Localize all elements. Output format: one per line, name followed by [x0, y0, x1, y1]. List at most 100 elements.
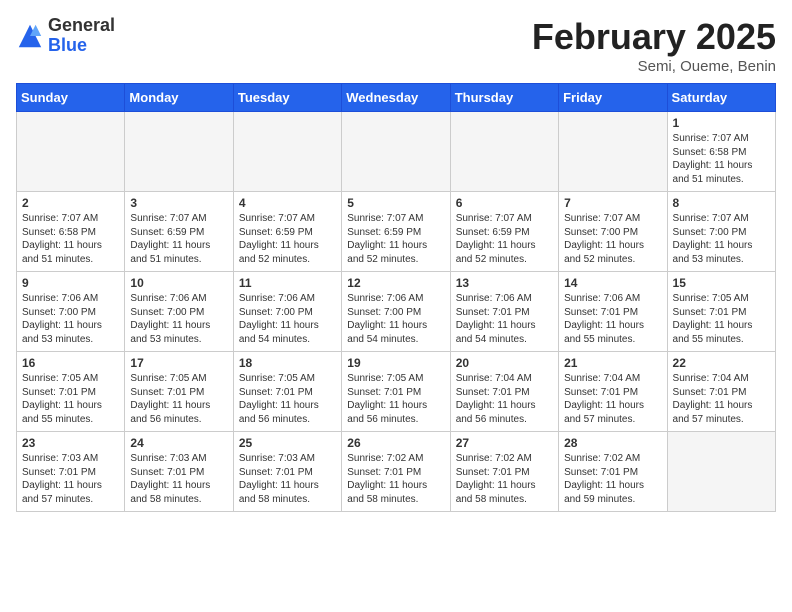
- day-number: 11: [239, 276, 336, 290]
- day-header-sunday: Sunday: [17, 84, 125, 112]
- logo-blue: Blue: [48, 36, 115, 56]
- page-header: General Blue February 2025 Semi, Oueme, …: [16, 16, 776, 75]
- day-info: Sunrise: 7:06 AM Sunset: 7:00 PM Dayligh…: [239, 292, 336, 346]
- day-info: Sunrise: 7:07 AM Sunset: 6:59 PM Dayligh…: [456, 212, 553, 266]
- day-info: Sunrise: 7:03 AM Sunset: 7:01 PM Dayligh…: [22, 452, 119, 506]
- day-header-thursday: Thursday: [450, 84, 558, 112]
- calendar-cell: 22 Sunrise: 7:04 AM Sunset: 7:01 PM Dayli…: [667, 352, 775, 432]
- calendar-cell: [667, 432, 775, 512]
- day-info: Sunrise: 7:04 AM Sunset: 7:01 PM Dayligh…: [673, 372, 770, 426]
- logo-icon: [16, 22, 44, 50]
- day-number: 15: [673, 276, 770, 290]
- calendar-cell: 10 Sunrise: 7:06 AM Sunset: 7:00 PM Dayli…: [125, 272, 233, 352]
- day-number: 4: [239, 196, 336, 210]
- day-number: 5: [347, 196, 444, 210]
- day-info: Sunrise: 7:06 AM Sunset: 7:00 PM Dayligh…: [130, 292, 227, 346]
- day-info: Sunrise: 7:06 AM Sunset: 7:01 PM Dayligh…: [456, 292, 553, 346]
- calendar-cell: 27 Sunrise: 7:02 AM Sunset: 7:01 PM Dayli…: [450, 432, 558, 512]
- day-info: Sunrise: 7:03 AM Sunset: 7:01 PM Dayligh…: [130, 452, 227, 506]
- logo-text: General Blue: [48, 16, 115, 56]
- day-info: Sunrise: 7:06 AM Sunset: 7:00 PM Dayligh…: [22, 292, 119, 346]
- calendar-cell: 5Sunrise: 7:07 AM Sunset: 6:59 PM Daylig…: [342, 192, 450, 272]
- day-info: Sunrise: 7:02 AM Sunset: 7:01 PM Dayligh…: [456, 452, 553, 506]
- day-number: 22: [673, 356, 770, 370]
- calendar-cell: 2 Sunrise: 7:07 AM Sunset: 6:58 PM Daylig…: [17, 192, 125, 272]
- day-header-wednesday: Wednesday: [342, 84, 450, 112]
- day-info: Sunrise: 7:07 AM Sunset: 7:00 PM Dayligh…: [564, 212, 661, 266]
- calendar-cell: [233, 112, 341, 192]
- day-info: Sunrise: 7:03 AM Sunset: 7:01 PM Dayligh…: [239, 452, 336, 506]
- calendar-week-0: 1 Sunrise: 7:07 AM Sunset: 6:58 PM Daylig…: [17, 112, 776, 192]
- day-info: Sunrise: 7:07 AM Sunset: 6:58 PM Dayligh…: [22, 212, 119, 266]
- calendar-cell: 1 Sunrise: 7:07 AM Sunset: 6:58 PM Daylig…: [667, 112, 775, 192]
- location-subtitle: Semi, Oueme, Benin: [532, 58, 776, 75]
- day-number: 23: [22, 436, 119, 450]
- calendar-week-4: 23 Sunrise: 7:03 AM Sunset: 7:01 PM Dayli…: [17, 432, 776, 512]
- day-number: 6: [456, 196, 553, 210]
- day-number: 26: [347, 436, 444, 450]
- day-number: 7: [564, 196, 661, 210]
- day-info: Sunrise: 7:07 AM Sunset: 6:58 PM Dayligh…: [673, 132, 770, 186]
- day-number: 17: [130, 356, 227, 370]
- day-info: Sunrise: 7:05 AM Sunset: 7:01 PM Dayligh…: [673, 292, 770, 346]
- day-info: Sunrise: 7:02 AM Sunset: 7:01 PM Dayligh…: [347, 452, 444, 506]
- logo-general: General: [48, 16, 115, 36]
- calendar-cell: 8 Sunrise: 7:07 AM Sunset: 7:00 PM Daylig…: [667, 192, 775, 272]
- day-number: 9: [22, 276, 119, 290]
- calendar-cell: [342, 112, 450, 192]
- calendar-cell: 25Sunrise: 7:03 AM Sunset: 7:01 PM Dayli…: [233, 432, 341, 512]
- calendar-cell: 11 Sunrise: 7:06 AM Sunset: 7:00 PM Dayli…: [233, 272, 341, 352]
- calendar-cell: 7 Sunrise: 7:07 AM Sunset: 7:00 PM Daylig…: [559, 192, 667, 272]
- calendar-cell: 14Sunrise: 7:06 AM Sunset: 7:01 PM Dayli…: [559, 272, 667, 352]
- calendar-cell: 28Sunrise: 7:02 AM Sunset: 7:01 PM Dayli…: [559, 432, 667, 512]
- calendar-cell: 9 Sunrise: 7:06 AM Sunset: 7:00 PM Daylig…: [17, 272, 125, 352]
- day-info: Sunrise: 7:04 AM Sunset: 7:01 PM Dayligh…: [456, 372, 553, 426]
- day-number: 1: [673, 116, 770, 130]
- title-block: February 2025 Semi, Oueme, Benin: [532, 16, 776, 75]
- day-info: Sunrise: 7:05 AM Sunset: 7:01 PM Dayligh…: [239, 372, 336, 426]
- day-info: Sunrise: 7:05 AM Sunset: 7:01 PM Dayligh…: [347, 372, 444, 426]
- month-title: February 2025: [532, 16, 776, 58]
- day-number: 12: [347, 276, 444, 290]
- day-info: Sunrise: 7:06 AM Sunset: 7:00 PM Dayligh…: [347, 292, 444, 346]
- calendar-cell: 12 Sunrise: 7:06 AM Sunset: 7:00 PM Dayli…: [342, 272, 450, 352]
- day-number: 13: [456, 276, 553, 290]
- calendar-cell: 24 Sunrise: 7:03 AM Sunset: 7:01 PM Dayli…: [125, 432, 233, 512]
- day-info: Sunrise: 7:07 AM Sunset: 6:59 PM Dayligh…: [130, 212, 227, 266]
- day-number: 19: [347, 356, 444, 370]
- day-number: 2: [22, 196, 119, 210]
- day-number: 3: [130, 196, 227, 210]
- calendar-week-2: 9 Sunrise: 7:06 AM Sunset: 7:00 PM Daylig…: [17, 272, 776, 352]
- day-number: 28: [564, 436, 661, 450]
- calendar-cell: 16 Sunrise: 7:05 AM Sunset: 7:01 PM Dayli…: [17, 352, 125, 432]
- day-header-saturday: Saturday: [667, 84, 775, 112]
- calendar-cell: 13 Sunrise: 7:06 AM Sunset: 7:01 PM Dayli…: [450, 272, 558, 352]
- day-info: Sunrise: 7:05 AM Sunset: 7:01 PM Dayligh…: [130, 372, 227, 426]
- calendar-cell: 23 Sunrise: 7:03 AM Sunset: 7:01 PM Dayli…: [17, 432, 125, 512]
- calendar-week-1: 2 Sunrise: 7:07 AM Sunset: 6:58 PM Daylig…: [17, 192, 776, 272]
- calendar-week-3: 16 Sunrise: 7:05 AM Sunset: 7:01 PM Dayli…: [17, 352, 776, 432]
- calendar-cell: 6 Sunrise: 7:07 AM Sunset: 6:59 PM Daylig…: [450, 192, 558, 272]
- day-number: 10: [130, 276, 227, 290]
- calendar-cell: 21 Sunrise: 7:04 AM Sunset: 7:01 PM Dayli…: [559, 352, 667, 432]
- day-info: Sunrise: 7:05 AM Sunset: 7:01 PM Dayligh…: [22, 372, 119, 426]
- day-info: Sunrise: 7:07 AM Sunset: 7:00 PM Dayligh…: [673, 212, 770, 266]
- day-number: 14: [564, 276, 661, 290]
- day-info: Sunrise: 7:04 AM Sunset: 7:01 PM Dayligh…: [564, 372, 661, 426]
- calendar-cell: [559, 112, 667, 192]
- day-header-tuesday: Tuesday: [233, 84, 341, 112]
- calendar-table: SundayMondayTuesdayWednesdayThursdayFrid…: [16, 83, 776, 512]
- day-header-friday: Friday: [559, 84, 667, 112]
- calendar-cell: 17 Sunrise: 7:05 AM Sunset: 7:01 PM Dayli…: [125, 352, 233, 432]
- calendar-cell: 18Sunrise: 7:05 AM Sunset: 7:01 PM Dayli…: [233, 352, 341, 432]
- day-header-monday: Monday: [125, 84, 233, 112]
- day-number: 21: [564, 356, 661, 370]
- day-number: 24: [130, 436, 227, 450]
- day-number: 27: [456, 436, 553, 450]
- calendar-cell: 4Sunrise: 7:07 AM Sunset: 6:59 PM Daylig…: [233, 192, 341, 272]
- calendar-cell: [125, 112, 233, 192]
- day-number: 8: [673, 196, 770, 210]
- day-number: 20: [456, 356, 553, 370]
- calendar-header-row: SundayMondayTuesdayWednesdayThursdayFrid…: [17, 84, 776, 112]
- day-number: 16: [22, 356, 119, 370]
